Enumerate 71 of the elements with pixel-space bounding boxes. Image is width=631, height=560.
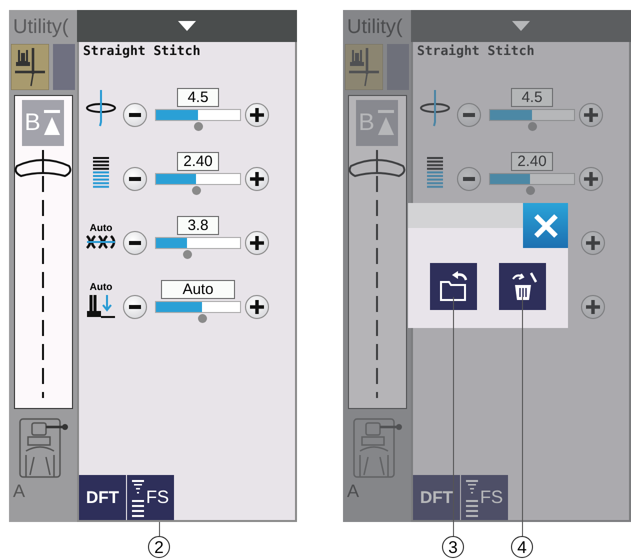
- stitch-density-icon: [466, 478, 478, 518]
- partial-tile[interactable]: [53, 44, 75, 90]
- presser-foot-icon: [18, 417, 68, 481]
- auto-label: Auto: [90, 222, 112, 234]
- slider-thumb[interactable]: [192, 186, 202, 195]
- recall-button[interactable]: [430, 263, 477, 310]
- minus-button[interactable]: [123, 167, 147, 191]
- value-display: Auto: [161, 280, 235, 299]
- callout-number: 2: [148, 536, 170, 558]
- plus-button[interactable]: [245, 295, 269, 319]
- plus-icon: [250, 300, 264, 314]
- leader-line: [159, 522, 160, 536]
- plus-icon: [250, 108, 264, 122]
- callout-number: 3: [442, 536, 464, 558]
- pattern-name: Straight Stitch: [416, 43, 536, 61]
- presser-foot-icon: [352, 417, 402, 481]
- minus-icon: [129, 305, 141, 309]
- foot-letter: A: [13, 481, 26, 502]
- thread-tension-icon: [85, 234, 117, 250]
- plus-icon: [586, 300, 600, 314]
- slider-thumb[interactable]: [183, 250, 192, 259]
- fs-button[interactable]: FS: [127, 475, 174, 520]
- close-icon: [532, 212, 558, 238]
- sewing-mode-icon[interactable]: [11, 44, 49, 90]
- stitch-length-icon: [91, 155, 111, 189]
- stitch-length-icon: [425, 155, 445, 189]
- fs-button[interactable]: FS: [461, 475, 508, 520]
- plus-button[interactable]: [245, 167, 269, 191]
- pattern-name: Straight Stitch: [82, 43, 202, 61]
- foot-pressure-icon: [85, 292, 117, 318]
- dft-button[interactable]: DFT: [413, 475, 460, 520]
- plus-icon: [250, 236, 264, 250]
- slider-thumb[interactable]: [198, 314, 208, 323]
- category-tab[interactable]: Utility(: [9, 10, 77, 42]
- plus-button[interactable]: [245, 103, 269, 127]
- minus-icon: [129, 113, 141, 117]
- value-display: 3.8: [177, 216, 219, 235]
- slider-thumb[interactable]: [194, 122, 203, 131]
- dft-button[interactable]: DFT: [79, 475, 126, 520]
- minus-button[interactable]: [123, 295, 147, 319]
- plus-icon: [586, 236, 600, 250]
- slider-thumb[interactable]: [528, 122, 537, 131]
- callout-number: 4: [511, 536, 533, 558]
- category-tab[interactable]: Utility(: [343, 10, 411, 42]
- slider-thumb[interactable]: [526, 186, 536, 195]
- value-display: 4.5: [511, 88, 553, 107]
- minus-button[interactable]: [123, 231, 147, 255]
- dropdown-triangle-icon[interactable]: [178, 21, 196, 31]
- minus-icon: [129, 177, 141, 181]
- needle-icon: [85, 88, 117, 128]
- minus-icon: [463, 177, 475, 181]
- plus-button[interactable]: [245, 231, 269, 255]
- value-display: 2.40: [177, 152, 219, 171]
- triangle-icon: [42, 108, 62, 138]
- stitch-density-icon: [132, 478, 144, 518]
- plus-icon: [584, 172, 598, 186]
- value-display: 4.5: [177, 88, 219, 107]
- minus-button[interactable]: [123, 103, 147, 127]
- plus-icon: [584, 108, 598, 122]
- foot-letter: A: [347, 481, 360, 502]
- needle-icon: [419, 88, 451, 128]
- minus-icon: [129, 241, 141, 245]
- minus-icon: [463, 113, 475, 117]
- auto-label: Auto: [90, 282, 112, 292]
- pattern-icon[interactable]: B: [22, 100, 64, 146]
- folder-arrow-icon: [438, 270, 470, 302]
- delete-button[interactable]: [499, 263, 546, 310]
- triangle-icon: [376, 108, 396, 138]
- value-display: 2.40: [511, 152, 553, 171]
- plus-icon: [250, 172, 264, 186]
- close-button[interactable]: [523, 203, 568, 248]
